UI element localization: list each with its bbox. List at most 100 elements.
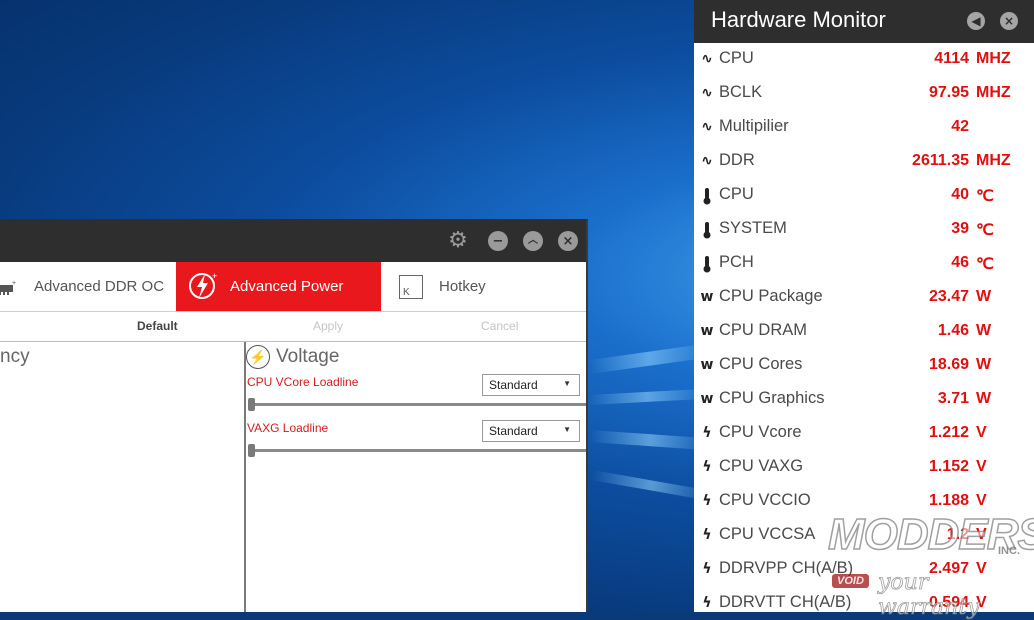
bolt-icon: ϟ xyxy=(702,561,712,577)
key-letter: K xyxy=(403,286,410,298)
tab-label: Advanced DDR OC xyxy=(34,278,165,295)
slider-thumb[interactable] xyxy=(248,444,255,457)
cancel-button[interactable]: Cancel xyxy=(481,319,518,333)
hw-sensor-name: Multipilier xyxy=(719,117,789,135)
minus-icon: − xyxy=(492,233,504,249)
hw-monitor-row: SYSTEM 39 ℃ xyxy=(694,213,1034,247)
voltage-heading: ⚡ Voltage xyxy=(246,344,339,370)
close-icon: × xyxy=(1003,14,1015,28)
cpu-vcore-loadline-label: CPU VCore Loadline xyxy=(247,375,359,389)
hw-sensor-unit: V xyxy=(976,594,987,611)
hw-sensor-unit: W xyxy=(976,322,992,339)
hw-monitor-row: ∿ Multipilier 42 xyxy=(694,111,1034,145)
vaxg-loadline-select[interactable]: Standard ▼ xyxy=(482,420,580,442)
hw-sensor-value: 1.152 xyxy=(928,458,969,475)
hw-monitor-row: ∿ CPU 4114 MHZ xyxy=(694,43,1034,77)
hw-monitor-row: w CPU Graphics 3.71 W xyxy=(694,383,1034,417)
hw-monitor-row: ϟ DDRVTT CH(A/B) 0.594 V xyxy=(694,587,1034,612)
hw-sensor-name: CPU DRAM xyxy=(719,321,808,339)
bolt-icon: ϟ xyxy=(702,595,712,611)
hw-sensor-name: CPU VCCSA xyxy=(719,525,816,543)
hw-sensor-name: CPU VCCIO xyxy=(719,491,811,509)
light-beam xyxy=(589,343,710,374)
cpu-vcore-loadline-select[interactable]: Standard ▼ xyxy=(482,374,580,396)
back-button[interactable]: ◀ xyxy=(967,12,985,30)
memory-module-icon: + xyxy=(0,280,16,295)
hardware-monitor-panel: Hardware Monitor ◀ × ∿ CPU 4114 MHZ ∿ BCLK 97.… xyxy=(694,0,1034,612)
hw-sensor-value: 39 xyxy=(951,220,969,237)
slider-thumb[interactable] xyxy=(248,398,255,411)
hw-sensor-name: CPU Cores xyxy=(719,355,803,373)
hw-sensor-unit: W xyxy=(976,390,992,407)
hw-sensor-name: SYSTEM xyxy=(719,219,787,237)
tab-advanced-ddr-oc[interactable]: + Advanced DDR OC xyxy=(0,262,176,311)
hw-monitor-row: ϟ CPU VCCSA 1.2 V xyxy=(694,519,1034,553)
hw-sensor-value: 2.497 xyxy=(928,560,969,577)
hw-sensor-value: 23.47 xyxy=(928,288,969,305)
power-bolt-icon: + xyxy=(188,270,220,304)
vaxg-loadline-label: VAXG Loadline xyxy=(247,421,329,435)
waveform-icon: ∿ xyxy=(701,51,713,67)
hw-sensor-value: 97.95 xyxy=(928,84,969,101)
hw-sensor-name: DDRVPP CH(A/B) xyxy=(719,559,854,577)
hw-sensor-name: CPU Package xyxy=(719,287,823,305)
hw-sensor-value: 4114 xyxy=(934,50,969,67)
hw-sensor-value: 40 xyxy=(951,186,969,203)
hw-monitor-row: w CPU Package 23.47 W xyxy=(694,281,1034,315)
keyboard-key-icon: K xyxy=(399,274,423,299)
hw-monitor-row: ϟ CPU VCCIO 1.188 V xyxy=(694,485,1034,519)
close-button[interactable]: × xyxy=(558,231,578,251)
hw-monitor-row: w CPU DRAM 1.46 W xyxy=(694,315,1034,349)
hw-sensor-unit: ℃ xyxy=(976,222,994,239)
thermometer-icon xyxy=(698,187,716,209)
hw-sensor-unit: MHZ xyxy=(976,152,1011,169)
select-value: Standard xyxy=(489,424,538,438)
hw-monitor-row: ϟ CPU VAXG 1.152 V xyxy=(694,451,1034,485)
hw-monitor-row: CPU 40 ℃ xyxy=(694,179,1034,213)
hw-sensor-unit: V xyxy=(976,526,987,543)
thermometer-icon xyxy=(698,255,716,277)
hw-sensor-name: DDR xyxy=(719,151,755,169)
app-window: ⚙ − ︿ × + Advanced DDR OC + Advanced Pow… xyxy=(0,219,588,612)
hw-monitor-row: ∿ DDR 2611.35 MHZ xyxy=(694,145,1034,179)
hw-sensor-name: BCLK xyxy=(719,83,763,101)
maximize-button[interactable]: ︿ xyxy=(523,231,543,251)
hw-sensor-unit: W xyxy=(976,356,992,373)
tab-advanced-power[interactable]: + Advanced Power xyxy=(176,262,381,311)
tab-label: Hotkey xyxy=(439,278,486,295)
hw-sensor-name: CPU xyxy=(719,185,754,203)
svg-text:+: + xyxy=(212,271,217,281)
default-button[interactable]: Default xyxy=(137,319,178,333)
apply-button[interactable]: Apply xyxy=(313,319,343,333)
hardware-monitor-list: ∿ CPU 4114 MHZ ∿ BCLK 97.95 MHZ ∿ Multipilier 42 ∿ D… xyxy=(694,43,1034,612)
tab-label: Advanced Power xyxy=(230,278,344,295)
hw-monitor-row: w CPU Cores 18.69 W xyxy=(694,349,1034,383)
hw-sensor-unit: V xyxy=(976,424,987,441)
dropdown-caret-icon: ▼ xyxy=(563,379,571,388)
close-button[interactable]: × xyxy=(1000,12,1018,30)
gear-icon[interactable]: ⚙ xyxy=(446,229,470,253)
hw-sensor-unit: ℃ xyxy=(976,188,994,205)
hw-sensor-value: 1.212 xyxy=(928,424,969,441)
bolt-icon: ⚡ xyxy=(246,345,270,369)
hw-sensor-value: 1.188 xyxy=(928,492,969,509)
hw-sensor-name: CPU xyxy=(719,49,754,67)
minimize-button[interactable]: − xyxy=(488,231,508,251)
hw-monitor-row: ∿ BCLK 97.95 MHZ xyxy=(694,77,1034,111)
watt-icon: w xyxy=(700,391,714,407)
hw-monitor-row: PCH 46 ℃ xyxy=(694,247,1034,281)
chevron-up-icon: ︿ xyxy=(528,235,538,246)
vaxg-loadline-slider[interactable] xyxy=(248,449,586,452)
hw-sensor-name: PCH xyxy=(719,253,754,271)
cpu-vcore-loadline-slider[interactable] xyxy=(248,403,586,406)
section-heading: ncy xyxy=(0,346,30,367)
hw-sensor-unit: ℃ xyxy=(976,256,994,273)
hw-sensor-unit: V xyxy=(976,560,987,577)
thermometer-icon xyxy=(698,221,716,243)
hw-sensor-value: 1.46 xyxy=(937,322,969,339)
watt-icon: w xyxy=(700,357,714,373)
app-titlebar[interactable]: ⚙ − ︿ × xyxy=(0,219,586,262)
bolt-icon: ϟ xyxy=(702,425,712,441)
tab-hotkey[interactable]: K Hotkey xyxy=(381,262,586,311)
dropdown-caret-icon: ▼ xyxy=(563,425,571,434)
